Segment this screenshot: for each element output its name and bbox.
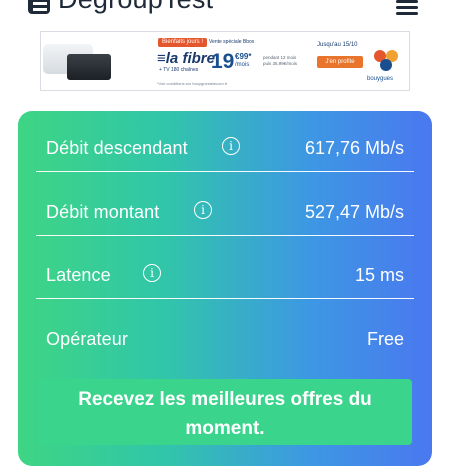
ad-date: Jusqu'au 15/10 bbox=[317, 42, 358, 48]
ad-product-sub: + TV 180 chaînes bbox=[159, 67, 199, 73]
site-name[interactable]: DegroupTest bbox=[58, 0, 213, 15]
ad-price-period: /mois bbox=[235, 62, 250, 68]
result-row-operator: Opérateur Free bbox=[36, 302, 414, 362]
site-header: DegroupTest bbox=[0, 0, 450, 26]
result-row-latency: Latence i 15 ms bbox=[36, 238, 414, 299]
ad-price: 19 bbox=[211, 50, 235, 73]
latency-value: 15 ms bbox=[354, 265, 404, 285]
best-offers-button[interactable]: Recevez les meilleures offres du moment. bbox=[38, 379, 412, 445]
ad-banner[interactable]: Bienfaits jours ! Vente spéciale Bbox ≡l… bbox=[40, 31, 410, 91]
download-value: 617,76 Mb/s bbox=[304, 138, 404, 158]
ad-product: ≡la fibre bbox=[157, 50, 215, 67]
result-row-download: Débit descendant i 617,76 Mb/s bbox=[36, 111, 414, 172]
ad-price-cents: €99* bbox=[235, 52, 252, 61]
download-label: Débit descendant bbox=[46, 138, 188, 158]
ad-brand: bouygues bbox=[367, 76, 394, 82]
hamburger-menu-icon[interactable] bbox=[396, 0, 418, 16]
operator-value: Free bbox=[366, 329, 404, 349]
upload-value: 527,47 Mb/s bbox=[304, 202, 404, 222]
ad-tag: Bienfaits jours ! bbox=[158, 38, 208, 47]
bouygues-logo-icon bbox=[374, 50, 398, 71]
ad-cta-button[interactable]: J'en profite bbox=[317, 56, 363, 68]
upload-info-icon[interactable]: i bbox=[194, 201, 212, 219]
speed-test-results-card: Débit descendant i 617,76 Mb/s Débit mon… bbox=[18, 111, 432, 466]
ad-legal: *Voir conditions sur bouyguestelecom.fr bbox=[157, 81, 228, 86]
tv-decoder-image bbox=[67, 54, 111, 80]
degrouptest-logo-icon[interactable] bbox=[28, 0, 50, 14]
latency-label: Latence bbox=[46, 265, 111, 285]
upload-label: Débit montant bbox=[46, 202, 160, 222]
operator-label: Opérateur bbox=[46, 329, 128, 349]
download-info-icon[interactable]: i bbox=[222, 137, 240, 155]
latency-info-icon[interactable]: i bbox=[143, 264, 161, 282]
ad-conditions: pendant 12 mois puis 35,99€/mois bbox=[263, 55, 298, 66]
ad-tag-secondary: Vente spéciale Bbox bbox=[209, 39, 255, 45]
result-row-upload: Débit montant i 527,47 Mb/s bbox=[36, 175, 414, 236]
